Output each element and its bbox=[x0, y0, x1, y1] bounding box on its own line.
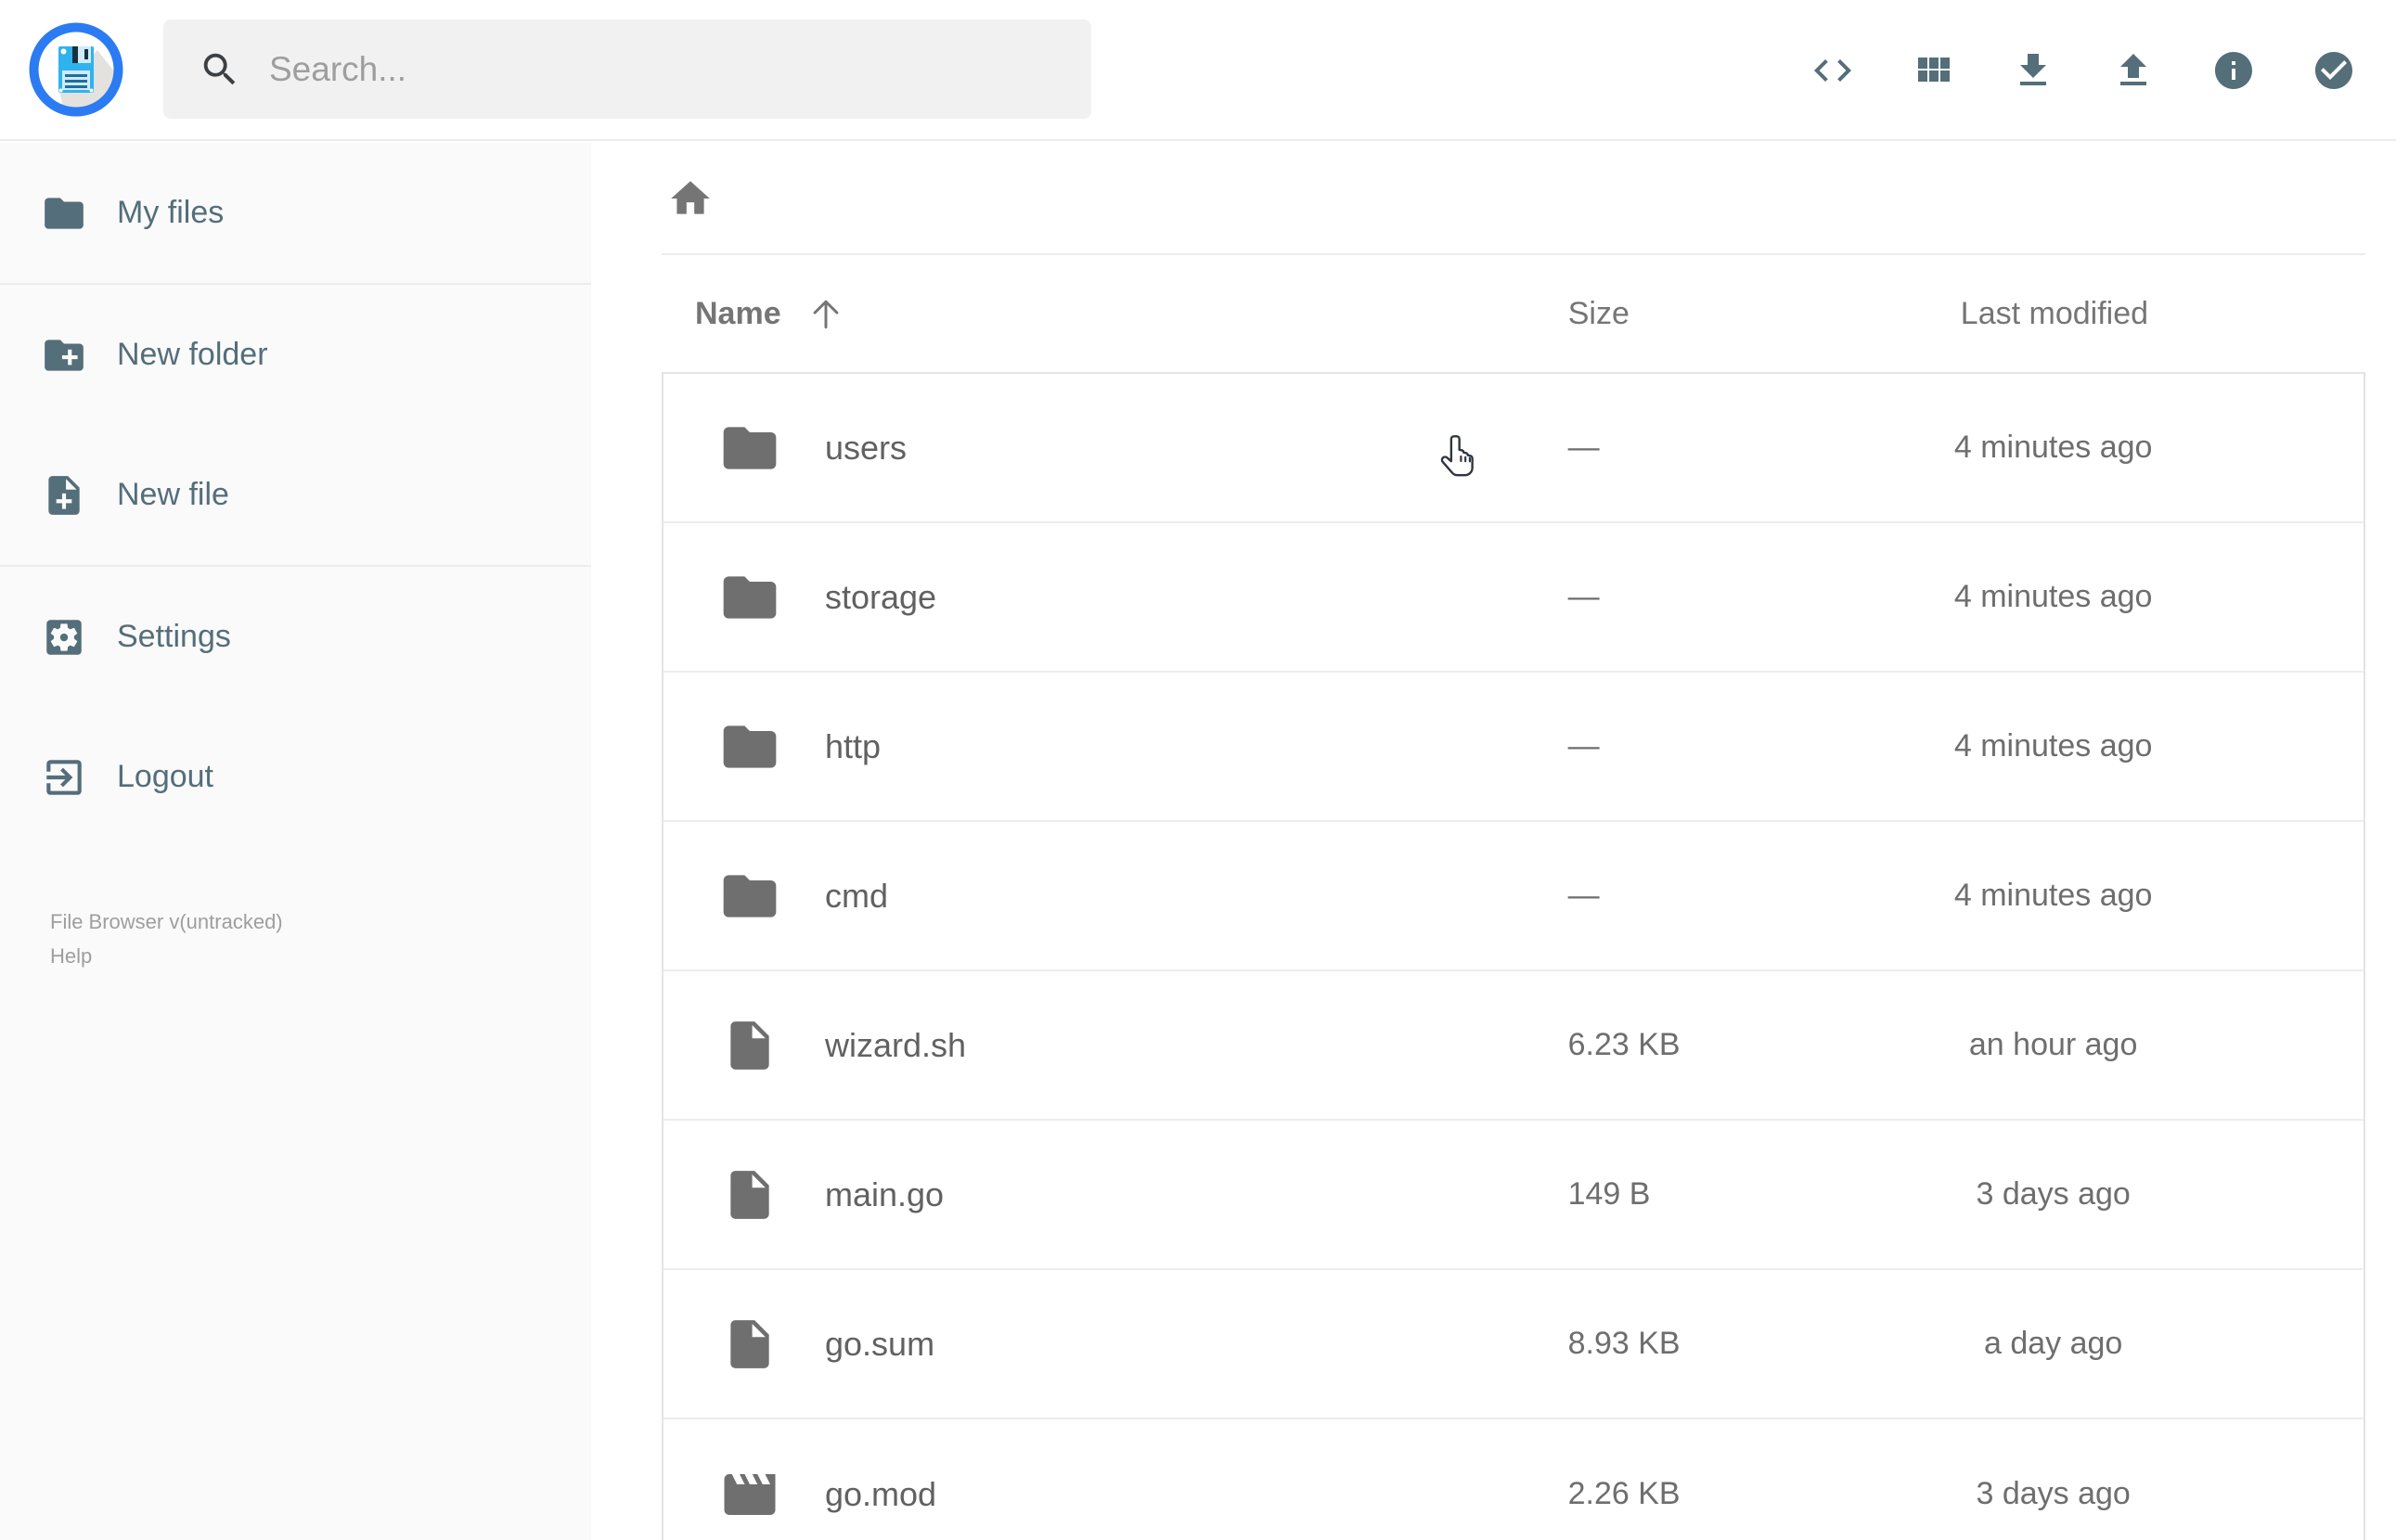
folder-icon bbox=[723, 725, 777, 768]
file-size: 6.23 KB bbox=[1567, 1027, 1681, 1062]
search-input[interactable] bbox=[269, 49, 1056, 89]
file-type-icon-slot bbox=[717, 715, 782, 778]
help-link[interactable]: Help bbox=[50, 939, 92, 973]
file-list: users — 4 minutes ago storage — 4 minute… bbox=[662, 372, 2365, 1540]
file-type-icon-slot bbox=[717, 1464, 782, 1525]
code-icon bbox=[1814, 59, 1851, 82]
file-name: main.go bbox=[825, 1174, 945, 1213]
file-type-icon-slot bbox=[717, 1315, 782, 1373]
file-size: 2.26 KB bbox=[1567, 1476, 1681, 1511]
file-modified: 4 minutes ago bbox=[1953, 430, 2153, 465]
sidebar-item-label: New folder bbox=[117, 337, 268, 372]
topbar-actions bbox=[1810, 0, 2356, 141]
file-row[interactable]: http — 4 minutes ago bbox=[663, 673, 2364, 822]
file-modified: 4 minutes ago bbox=[1953, 878, 2153, 913]
file-name: http bbox=[825, 726, 882, 765]
file-row[interactable]: go.mod 2.26 KB 3 days ago bbox=[663, 1419, 2364, 1540]
home-button[interactable] bbox=[667, 175, 714, 222]
sort-by-size-header[interactable]: Size bbox=[1568, 296, 1630, 332]
main-panel: Name Size Last modified users — 4 minute… bbox=[591, 143, 2396, 1540]
folder-icon bbox=[45, 197, 84, 229]
file-name: users bbox=[825, 428, 908, 467]
file-icon bbox=[730, 1170, 769, 1219]
file-size: — bbox=[1567, 878, 1600, 913]
settings-icon bbox=[46, 619, 82, 655]
sidebar: My files New folder New file Settings Lo… bbox=[0, 143, 591, 1540]
sidebar-item-new-folder[interactable]: New folder bbox=[0, 285, 591, 425]
upload-button[interactable] bbox=[2111, 48, 2156, 93]
file-row[interactable]: main.go 149 B 3 days ago bbox=[663, 1121, 2364, 1270]
file-icon bbox=[730, 1319, 769, 1368]
file-size: — bbox=[1567, 728, 1600, 764]
file-name: wizard.sh bbox=[825, 1025, 967, 1064]
file-row[interactable]: users — 4 minutes ago bbox=[663, 374, 2364, 523]
select-multiple-button[interactable] bbox=[2312, 48, 2356, 93]
breadcrumb bbox=[662, 143, 2365, 255]
file-name: go.sum bbox=[825, 1324, 935, 1363]
file-size: 149 B bbox=[1567, 1176, 1651, 1212]
file-type-icon-slot bbox=[717, 865, 782, 928]
download-button[interactable] bbox=[2011, 48, 2055, 93]
code-view-button[interactable] bbox=[1810, 48, 1855, 93]
search-bar[interactable] bbox=[163, 19, 1091, 119]
sort-by-modified-header[interactable]: Last modified bbox=[1961, 296, 2148, 332]
file-modified: 3 days ago bbox=[1976, 1476, 2131, 1511]
file-name: go.mod bbox=[825, 1474, 937, 1513]
listing-header: Name Size Last modified bbox=[662, 255, 2365, 372]
file-size: 8.93 KB bbox=[1567, 1326, 1681, 1361]
file-type-icon-slot bbox=[717, 566, 782, 629]
sidebar-item-label: My files bbox=[117, 195, 225, 230]
folder-icon bbox=[723, 426, 777, 469]
file-row[interactable]: go.sum 8.93 KB a day ago bbox=[663, 1270, 2364, 1419]
filebrowser-app: My files New folder New file Settings bbox=[0, 0, 2396, 1540]
sidebar-item-logout[interactable]: Logout bbox=[0, 707, 591, 847]
file-modified: a day ago bbox=[1983, 1326, 2123, 1361]
new-folder-icon bbox=[45, 339, 84, 371]
topbar bbox=[0, 0, 2396, 141]
grid-view-button[interactable] bbox=[1911, 48, 1955, 93]
file-size: — bbox=[1567, 579, 1600, 614]
file-icon bbox=[730, 1020, 769, 1070]
app-logo[interactable] bbox=[29, 22, 123, 117]
sidebar-item-label: New file bbox=[117, 477, 229, 512]
file-name: storage bbox=[825, 577, 937, 616]
file-row[interactable]: storage — 4 minutes ago bbox=[663, 523, 2364, 673]
sidebar-footer: File Browser v(untracked) Help bbox=[50, 905, 591, 973]
file-type-icon-slot bbox=[717, 417, 782, 480]
arrow-up-icon bbox=[813, 300, 838, 329]
file-modified: 3 days ago bbox=[1976, 1176, 2131, 1212]
info-button[interactable] bbox=[2211, 48, 2256, 93]
folder-icon bbox=[723, 874, 777, 918]
new-file-icon bbox=[48, 475, 80, 515]
folder-icon bbox=[723, 575, 777, 619]
sidebar-item-settings[interactable]: Settings bbox=[0, 567, 591, 707]
search-icon bbox=[203, 53, 236, 84]
sidebar-item-label: Settings bbox=[117, 619, 231, 654]
movie-icon bbox=[724, 1473, 776, 1515]
file-name: cmd bbox=[825, 876, 889, 915]
check-circle-icon bbox=[2315, 52, 2352, 89]
info-icon bbox=[2215, 52, 2252, 89]
home-icon bbox=[671, 180, 710, 214]
file-row[interactable]: cmd — 4 minutes ago bbox=[663, 822, 2364, 971]
grid-view-icon bbox=[1918, 58, 1950, 82]
download-icon bbox=[2020, 54, 2046, 85]
floppy-disk-logo-icon bbox=[29, 22, 123, 117]
file-modified: 4 minutes ago bbox=[1953, 728, 2153, 764]
sort-by-name-header[interactable]: Name bbox=[695, 293, 846, 334]
version-text: File Browser v(untracked) bbox=[50, 910, 283, 933]
name-column-label: Name bbox=[695, 295, 781, 331]
logout-icon bbox=[46, 759, 82, 795]
sidebar-item-label: Logout bbox=[117, 759, 213, 794]
sidebar-item-new-file[interactable]: New file bbox=[0, 425, 591, 565]
file-type-icon-slot bbox=[717, 1017, 782, 1074]
upload-icon bbox=[2120, 54, 2146, 85]
sidebar-item-my-files[interactable]: My files bbox=[0, 143, 591, 283]
file-modified: an hour ago bbox=[1968, 1027, 2138, 1062]
file-modified: 4 minutes ago bbox=[1953, 579, 2153, 614]
file-type-icon-slot bbox=[717, 1166, 782, 1224]
file-size: — bbox=[1567, 430, 1600, 465]
file-row[interactable]: wizard.sh 6.23 KB an hour ago bbox=[663, 971, 2364, 1121]
